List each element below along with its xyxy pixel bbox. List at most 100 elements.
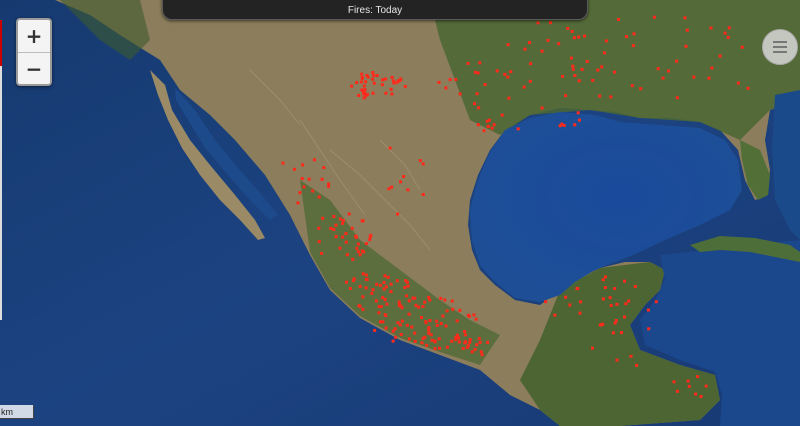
fire-point[interactable] bbox=[544, 300, 548, 304]
fire-point[interactable] bbox=[406, 188, 410, 192]
fire-point[interactable] bbox=[375, 282, 379, 286]
fire-point[interactable] bbox=[332, 228, 336, 231]
fire-point[interactable] bbox=[371, 91, 375, 95]
fire-point[interactable] bbox=[458, 308, 462, 312]
fire-point[interactable] bbox=[399, 77, 403, 81]
fire-point[interactable] bbox=[475, 92, 479, 96]
fire-point[interactable] bbox=[457, 340, 461, 344]
fire-point[interactable] bbox=[393, 327, 397, 331]
fire-point[interactable] bbox=[381, 78, 384, 82]
fire-point[interactable] bbox=[632, 32, 636, 36]
fire-point[interactable] bbox=[608, 296, 612, 300]
fire-point[interactable] bbox=[573, 123, 577, 127]
fire-point[interactable] bbox=[444, 324, 448, 328]
fire-point[interactable] bbox=[359, 80, 363, 84]
fire-point[interactable] bbox=[577, 35, 581, 39]
fire-point[interactable] bbox=[400, 319, 404, 323]
fire-point[interactable] bbox=[438, 346, 441, 350]
fire-point[interactable] bbox=[614, 319, 618, 322]
fire-point[interactable] bbox=[684, 44, 688, 48]
fire-point[interactable] bbox=[384, 326, 388, 330]
fire-point[interactable] bbox=[360, 219, 364, 223]
fire-point[interactable] bbox=[540, 49, 544, 53]
fire-point[interactable] bbox=[427, 331, 431, 335]
fire-point[interactable] bbox=[427, 326, 431, 330]
fire-point[interactable] bbox=[360, 76, 364, 80]
fire-point[interactable] bbox=[478, 340, 482, 344]
fire-point[interactable] bbox=[345, 253, 349, 257]
fire-point[interactable] bbox=[378, 283, 382, 287]
fire-point[interactable] bbox=[329, 226, 333, 230]
fire-point[interactable] bbox=[466, 313, 470, 317]
fire-point[interactable] bbox=[476, 71, 480, 75]
fire-point[interactable] bbox=[448, 78, 452, 82]
fire-point[interactable] bbox=[430, 338, 434, 342]
fire-point[interactable] bbox=[571, 64, 575, 68]
fire-point[interactable] bbox=[503, 72, 507, 76]
fire-point[interactable] bbox=[604, 39, 608, 43]
fire-point[interactable] bbox=[601, 322, 605, 326]
fire-point[interactable] bbox=[395, 279, 399, 283]
fire-point[interactable] bbox=[341, 221, 345, 225]
fire-point[interactable] bbox=[420, 316, 423, 319]
fire-point[interactable] bbox=[382, 287, 386, 291]
fire-point[interactable] bbox=[302, 185, 306, 189]
fire-point[interactable] bbox=[486, 340, 490, 344]
fire-point[interactable] bbox=[624, 302, 628, 306]
fire-point[interactable] bbox=[369, 233, 373, 237]
fire-point[interactable] bbox=[620, 331, 623, 335]
fire-point[interactable] bbox=[356, 250, 360, 254]
fire-point[interactable] bbox=[298, 191, 302, 195]
fire-point[interactable] bbox=[390, 92, 394, 96]
fire-point[interactable] bbox=[338, 217, 342, 221]
fire-point[interactable] bbox=[312, 158, 316, 162]
fire-point[interactable] bbox=[421, 162, 425, 166]
fire-point[interactable] bbox=[672, 380, 676, 384]
fire-point[interactable] bbox=[578, 311, 582, 315]
fire-point[interactable] bbox=[423, 300, 427, 304]
fire-point[interactable] bbox=[398, 323, 402, 327]
fire-point[interactable] bbox=[627, 299, 631, 303]
fire-point[interactable] bbox=[388, 146, 392, 150]
fire-point[interactable] bbox=[392, 81, 396, 85]
fire-point[interactable] bbox=[364, 242, 368, 246]
fire-point[interactable] bbox=[384, 77, 387, 81]
fire-point[interactable] bbox=[361, 295, 365, 299]
fire-point[interactable] bbox=[345, 280, 348, 284]
fire-point[interactable] bbox=[443, 298, 447, 302]
fire-point[interactable] bbox=[368, 238, 372, 242]
fire-point[interactable] bbox=[601, 278, 605, 282]
fire-point[interactable] bbox=[373, 328, 377, 332]
fire-point[interactable] bbox=[371, 77, 375, 81]
fire-point[interactable] bbox=[580, 67, 584, 71]
zoom-out-button[interactable]: − bbox=[18, 52, 50, 84]
fire-point[interactable] bbox=[746, 86, 750, 90]
fire-point[interactable] bbox=[540, 106, 544, 110]
fire-point[interactable] bbox=[516, 127, 520, 131]
fire-point[interactable] bbox=[439, 296, 443, 300]
fire-point[interactable] bbox=[450, 299, 454, 303]
fire-point[interactable] bbox=[625, 35, 628, 39]
fire-point[interactable] bbox=[455, 319, 459, 323]
fire-point[interactable] bbox=[490, 126, 494, 130]
fire-point[interactable] bbox=[485, 119, 489, 123]
fire-point[interactable] bbox=[381, 296, 385, 300]
fire-point[interactable] bbox=[296, 201, 300, 205]
fire-point[interactable] bbox=[654, 300, 658, 304]
fire-point[interactable] bbox=[596, 68, 600, 72]
fire-point[interactable] bbox=[341, 218, 345, 222]
fire-point[interactable] bbox=[623, 315, 627, 319]
fire-point[interactable] bbox=[433, 339, 437, 343]
fire-point[interactable] bbox=[479, 350, 483, 354]
fire-point[interactable] bbox=[727, 26, 731, 30]
fire-point[interactable] bbox=[613, 321, 617, 325]
fire-point[interactable] bbox=[362, 84, 366, 88]
fire-point[interactable] bbox=[709, 26, 713, 30]
fire-point[interactable] bbox=[437, 80, 441, 84]
fire-point[interactable] bbox=[311, 189, 315, 193]
fire-point[interactable] bbox=[573, 74, 577, 78]
fire-point[interactable] bbox=[421, 305, 425, 308]
fire-point[interactable] bbox=[575, 287, 579, 291]
fire-point[interactable] bbox=[473, 347, 477, 351]
fire-point[interactable] bbox=[611, 331, 615, 335]
